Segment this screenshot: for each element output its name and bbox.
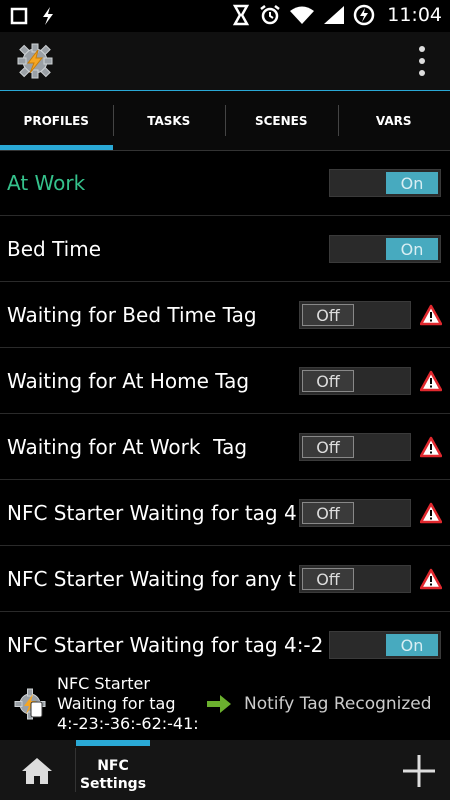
- profile-toggle[interactable]: Off: [299, 499, 411, 527]
- home-icon[interactable]: [20, 756, 54, 786]
- tab-vars[interactable]: VARS: [337, 91, 450, 150]
- profile-toggle[interactable]: Off: [299, 367, 411, 395]
- expanded-profile-context: Waiting for tag: [57, 694, 176, 713]
- signal-icon: [324, 6, 345, 24]
- profile-toggle[interactable]: On: [329, 169, 441, 197]
- tab-scenes[interactable]: SCENES: [225, 91, 338, 150]
- toggle-state: Off: [302, 370, 354, 392]
- profile-row[interactable]: NFC Starter Waiting for tag 4 Off: [0, 480, 450, 546]
- profile-name: Bed Time: [7, 236, 102, 261]
- warning-icon[interactable]: [420, 304, 442, 326]
- bottom-bar: NFC Settings: [0, 740, 450, 800]
- linked-task-name[interactable]: Notify Tag Recognized: [244, 694, 432, 714]
- profile-row[interactable]: Waiting for At Work Tag Off: [0, 414, 450, 480]
- toggle-state: On: [386, 172, 438, 194]
- expanded-profile[interactable]: NFC Starter Waiting for tag 4:-23:-36:-6…: [0, 670, 450, 740]
- warning-icon[interactable]: [420, 568, 442, 590]
- battery-charging-icon: [353, 4, 375, 26]
- warning-icon[interactable]: [420, 370, 442, 392]
- profile-row[interactable]: Waiting for At Home Tag Off: [0, 348, 450, 414]
- project-tab-nfc-settings[interactable]: NFC Settings: [76, 740, 150, 800]
- profile-row[interactable]: Bed Time On: [0, 216, 450, 282]
- status-bar: 11:04: [0, 0, 450, 32]
- warning-icon[interactable]: [420, 436, 442, 458]
- profile-row[interactable]: At Work On: [0, 150, 450, 216]
- toggle-state: Off: [302, 436, 354, 458]
- profile-row[interactable]: Waiting for Bed Time Tag Off: [0, 282, 450, 348]
- profile-name: Waiting for At Home Tag: [7, 368, 250, 393]
- overflow-menu-icon[interactable]: [418, 46, 426, 76]
- project-tab-label-line1: NFC: [97, 758, 129, 774]
- nfc-status-icon: [233, 4, 250, 26]
- status-time: 11:04: [387, 4, 442, 26]
- profile-toggle[interactable]: Off: [299, 301, 411, 329]
- profile-name: Waiting for Bed Time Tag: [7, 302, 257, 327]
- toggle-state: On: [386, 634, 438, 656]
- main-tabs: PROFILES TASKS SCENES VARS: [0, 91, 450, 151]
- project-tab-label-line2: Settings: [79, 776, 147, 792]
- expanded-profile-tag-id: 4:-23:-36:-62:-41:: [57, 714, 199, 733]
- nfc-context-gear-icon: [14, 688, 46, 720]
- profile-name: Waiting for At Work Tag: [7, 434, 248, 459]
- wifi-icon: [290, 6, 315, 24]
- enter-task-arrow-icon: [207, 695, 231, 713]
- screenshot-notification-icon: [10, 7, 28, 25]
- profile-row[interactable]: NFC Starter Waiting for tag 4:-2 On: [0, 612, 450, 677]
- profile-name: NFC Starter Waiting for tag 4: [7, 500, 297, 525]
- profile-toggle[interactable]: On: [329, 631, 441, 659]
- add-icon[interactable]: [402, 754, 436, 788]
- tab-tasks[interactable]: TASKS: [112, 91, 226, 150]
- profile-toggle[interactable]: On: [329, 235, 441, 263]
- profile-name: NFC Starter Waiting for any t: [7, 566, 296, 591]
- toggle-state: Off: [302, 568, 354, 590]
- alarm-icon: [260, 5, 280, 25]
- tab-profiles[interactable]: PROFILES: [0, 91, 113, 150]
- profile-name: At Work: [7, 170, 86, 195]
- profile-toggle[interactable]: Off: [299, 433, 411, 461]
- profile-name: NFC Starter Waiting for tag 4:-2: [7, 632, 324, 657]
- expanded-profile-title: NFC Starter: [57, 674, 150, 693]
- app-bar: [0, 32, 450, 93]
- warning-icon[interactable]: [420, 502, 442, 524]
- flash-notification-icon: [43, 7, 53, 25]
- tasker-gear-lightning-icon[interactable]: [16, 42, 54, 80]
- toggle-state: Off: [302, 502, 354, 524]
- profile-row[interactable]: NFC Starter Waiting for any t Off: [0, 546, 450, 612]
- profile-toggle[interactable]: Off: [299, 565, 411, 593]
- toggle-state: On: [386, 238, 438, 260]
- toggle-state: Off: [302, 304, 354, 326]
- profile-list: At Work On Bed Time On Waiting for Bed T…: [0, 150, 450, 677]
